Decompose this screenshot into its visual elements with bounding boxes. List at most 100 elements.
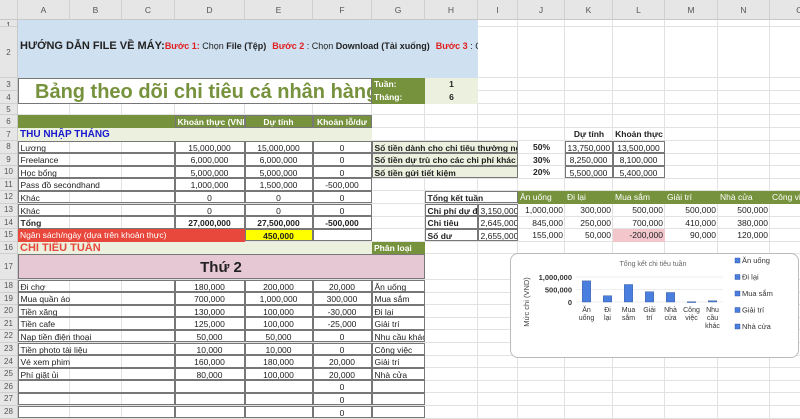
summary-value[interactable]: 1,000,000 <box>518 204 565 217</box>
expense-row-label[interactable]: Tiền xăng <box>18 305 175 318</box>
income-value[interactable]: 0 <box>175 204 245 217</box>
expense-row-label[interactable]: Vé xem phim <box>18 355 175 368</box>
expense-value[interactable]: 300,000 <box>313 292 372 305</box>
income-row-label[interactable]: Tổng <box>18 216 175 229</box>
grid-cell[interactable] <box>565 381 613 394</box>
grid-cell[interactable] <box>565 27 613 78</box>
summary-total[interactable]: 3,150,000 <box>478 204 518 217</box>
grid-cell[interactable] <box>425 104 478 115</box>
daily-budget-value[interactable]: 450,000 <box>245 229 313 242</box>
expense-category[interactable] <box>372 406 425 419</box>
expense-value[interactable]: 10,000 <box>175 343 245 356</box>
grid-cell[interactable] <box>425 115 478 128</box>
income-row-label[interactable]: Học bổng <box>18 166 175 179</box>
column-header-O[interactable]: O <box>770 0 800 20</box>
savings-plan[interactable]: 5,500,000 <box>565 166 613 179</box>
summary-value[interactable]: 20 <box>770 204 800 217</box>
grid-cell[interactable] <box>518 406 565 419</box>
row-header[interactable]: 22 <box>0 330 18 343</box>
row-header[interactable]: 15 <box>0 229 18 242</box>
savings-plan[interactable]: 13,750,000 <box>565 141 613 154</box>
grid-cell[interactable] <box>665 381 718 394</box>
grid-cell[interactable] <box>665 179 718 192</box>
grid-cell[interactable] <box>665 128 718 141</box>
income-value[interactable]: 6,000,000 <box>175 153 245 166</box>
expense-category[interactable]: Đi lại <box>372 305 425 318</box>
income-value[interactable]: 1,000,000 <box>175 178 245 191</box>
expense-value[interactable]: 10,000 <box>245 343 313 356</box>
grid-cell[interactable] <box>518 91 565 104</box>
row-header[interactable]: 13 <box>0 204 18 217</box>
savings-actual[interactable]: 5,400,000 <box>613 166 665 179</box>
expense-row-label[interactable]: Nạp tiền điện thoại <box>18 330 175 343</box>
expense-value[interactable]: 180,000 <box>175 280 245 293</box>
grid-cell[interactable] <box>770 27 800 78</box>
income-value[interactable]: 0 <box>245 191 313 204</box>
grid-cell[interactable] <box>518 179 565 192</box>
row-header[interactable]: 17 <box>0 254 18 280</box>
expense-value[interactable]: 80,000 <box>175 368 245 381</box>
expense-value[interactable] <box>245 380 313 393</box>
grid-cell[interactable] <box>518 78 565 91</box>
row-header[interactable]: 6 <box>0 115 18 128</box>
expense-category[interactable]: Công việc <box>372 343 425 356</box>
row-header[interactable]: 23 <box>0 343 18 356</box>
income-row-label[interactable]: Freelance <box>18 153 175 166</box>
expense-row-label[interactable]: Đi chợ <box>18 280 175 293</box>
expense-value[interactable]: 100,000 <box>245 368 313 381</box>
expense-value[interactable]: 0 <box>313 343 372 356</box>
savings-percent[interactable]: 20% <box>518 166 565 179</box>
income-value[interactable]: -500,000 <box>313 178 372 191</box>
expense-value[interactable]: 130,000 <box>175 305 245 318</box>
grid-cell[interactable] <box>372 179 425 192</box>
column-header-J[interactable]: J <box>518 0 565 20</box>
row-header[interactable]: 18 <box>0 280 18 293</box>
column-header-I[interactable]: I <box>478 0 518 20</box>
summary-value[interactable]: 410,000 <box>665 217 718 230</box>
expense-category[interactable]: Nhu cầu khác <box>372 330 425 343</box>
expense-value[interactable]: 0 <box>313 380 372 393</box>
row-header[interactable]: 19 <box>0 293 18 306</box>
expense-value[interactable] <box>245 406 313 419</box>
expense-value[interactable]: 20,000 <box>313 368 372 381</box>
income-value[interactable]: 15,000,000 <box>175 141 245 154</box>
income-value[interactable]: 1,500,000 <box>245 178 313 191</box>
empty-cell[interactable] <box>313 229 372 242</box>
income-row-label[interactable]: Khác <box>18 191 175 204</box>
row-header[interactable]: 2 <box>0 27 18 78</box>
grid-cell[interactable] <box>718 381 770 394</box>
expense-row-label[interactable] <box>18 380 175 393</box>
summary-value[interactable] <box>770 217 800 230</box>
expense-value[interactable]: 100,000 <box>245 305 313 318</box>
expense-value[interactable]: 100,000 <box>245 317 313 330</box>
grid-cell[interactable] <box>565 393 613 406</box>
summary-value[interactable]: 700,000 <box>613 217 665 230</box>
grid-cell[interactable] <box>770 166 800 179</box>
grid-cell[interactable] <box>425 368 478 381</box>
expense-row-label[interactable] <box>18 406 175 419</box>
weekly-spending-chart[interactable]: Tổng kết chi tiêu tuầnMức chi (VND)0500,… <box>510 253 799 358</box>
summary-value[interactable]: 300,000 <box>565 204 613 217</box>
grid-cell[interactable] <box>718 166 770 179</box>
grid-cell[interactable] <box>372 128 425 141</box>
row-header[interactable]: 25 <box>0 368 18 381</box>
grid-cell[interactable] <box>565 406 613 419</box>
grid-cell[interactable] <box>665 115 718 128</box>
row-header[interactable]: 14 <box>0 217 18 230</box>
grid-cell[interactable] <box>372 217 425 230</box>
summary-total[interactable]: 2,645,000 <box>478 216 518 229</box>
grid-cell[interactable] <box>478 78 518 91</box>
expense-category[interactable]: Mua sắm <box>372 292 425 305</box>
grid-cell[interactable] <box>613 115 665 128</box>
grid-cell[interactable] <box>665 368 718 381</box>
expense-category[interactable]: Ăn uống <box>372 280 425 293</box>
income-row-label[interactable]: Pass đồ secondhand <box>18 178 175 191</box>
grid-cell[interactable] <box>718 115 770 128</box>
row-header[interactable]: 26 <box>0 381 18 394</box>
row-header[interactable]: 16 <box>0 242 18 255</box>
grid-cell[interactable] <box>718 128 770 141</box>
row-header[interactable]: 8 <box>0 141 18 154</box>
grid-cell[interactable] <box>478 242 518 255</box>
grid-cell[interactable] <box>372 204 425 217</box>
summary-value[interactable]: 155,000 <box>518 229 565 242</box>
